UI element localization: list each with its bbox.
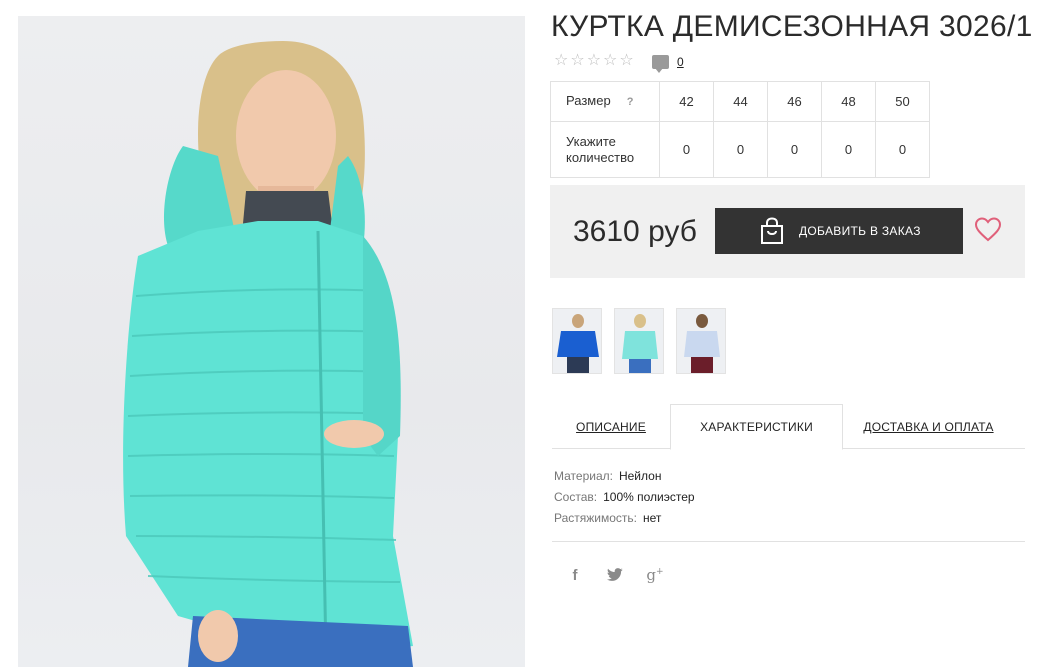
size-quantity-table: Размер? 42 44 46 48 50 Укажите количеств… <box>550 81 930 178</box>
size-option[interactable]: 46 <box>767 81 822 122</box>
spec-key: Состав: <box>554 490 598 504</box>
model-jacket-illustration <box>123 41 413 667</box>
size-option[interactable]: 48 <box>821 81 876 122</box>
purchase-panel: 3610 руб ДОБАВИТЬ В ЗАКАЗ <box>550 185 1025 278</box>
divider <box>552 541 1025 542</box>
main-product-photo[interactable] <box>18 16 525 667</box>
thumbnail-gallery <box>552 308 726 374</box>
quantity-input[interactable]: 0 <box>659 121 714 178</box>
comments-link[interactable]: 0 <box>652 55 684 73</box>
rating-stars[interactable]: ☆ ☆ ☆ ☆ ☆ <box>554 53 634 69</box>
spec-value: Нейлон <box>618 469 662 483</box>
spec-row: Растяжимость: нет <box>554 508 695 529</box>
star-icon[interactable]: ☆ <box>603 53 617 69</box>
size-option[interactable]: 44 <box>713 81 768 122</box>
size-label-cell: Размер? <box>550 81 660 122</box>
spec-row: Состав: 100% полиэстер <box>554 487 695 508</box>
product-title: КУРТКА ДЕМИСЕЗОННАЯ 3026/1 <box>551 10 1033 43</box>
google-plus-icon[interactable]: g+ <box>646 566 664 584</box>
star-icon[interactable]: ☆ <box>570 53 584 69</box>
quantity-input[interactable]: 0 <box>821 121 876 178</box>
quantity-input[interactable]: 0 <box>875 121 930 178</box>
spec-value: 100% полиэстер <box>603 490 695 504</box>
facebook-icon[interactable]: f <box>566 567 584 584</box>
tab-characteristics[interactable]: ХАРАКТЕРИСТИКИ <box>670 404 843 450</box>
product-price: 3610 руб <box>573 215 697 248</box>
twitter-icon[interactable] <box>606 568 624 582</box>
tab-description[interactable]: ОПИСАНИЕ <box>552 404 670 449</box>
product-tabs: ОПИСАНИЕ ХАРАКТЕРИСТИКИ ДОСТАВКА И ОПЛАТ… <box>552 404 1025 450</box>
size-label: Размер <box>566 93 611 108</box>
star-icon[interactable]: ☆ <box>619 53 633 69</box>
size-option[interactable]: 50 <box>875 81 930 122</box>
spec-key: Материал: <box>554 469 613 483</box>
spec-row: Материал: Нейлон <box>554 466 695 487</box>
spec-value: нет <box>643 511 662 525</box>
characteristics-list: Материал: Нейлон Состав: 100% полиэстер Ра… <box>554 466 695 529</box>
quantity-input[interactable]: 0 <box>713 121 768 178</box>
add-to-order-button[interactable]: ДОБАВИТЬ В ЗАКАЗ <box>715 208 963 254</box>
thumbnail-mint[interactable] <box>614 308 664 374</box>
quantity-row: Укажите количество 0 0 0 0 0 <box>550 121 930 178</box>
comment-icon <box>652 55 669 73</box>
social-share: f g+ <box>566 566 664 584</box>
tab-delivery-payment[interactable]: ДОСТАВКА И ОПЛАТА <box>843 404 1014 449</box>
help-icon[interactable]: ? <box>627 96 634 108</box>
heart-icon[interactable] <box>974 216 1002 244</box>
thumbnail-light-blue[interactable] <box>676 308 726 374</box>
size-row: Размер? 42 44 46 48 50 <box>550 81 930 122</box>
star-icon[interactable]: ☆ <box>554 53 568 69</box>
thumbnail-blue[interactable] <box>552 308 602 374</box>
quantity-label: Укажите количество <box>550 121 660 178</box>
quantity-input[interactable]: 0 <box>767 121 822 178</box>
comments-count[interactable]: 0 <box>677 55 684 69</box>
star-icon[interactable]: ☆ <box>587 53 601 69</box>
shopping-bag-icon <box>761 217 783 244</box>
spec-key: Растяжимость: <box>554 511 638 525</box>
add-to-order-label: ДОБАВИТЬ В ЗАКАЗ <box>799 224 921 238</box>
size-option[interactable]: 42 <box>659 81 714 122</box>
